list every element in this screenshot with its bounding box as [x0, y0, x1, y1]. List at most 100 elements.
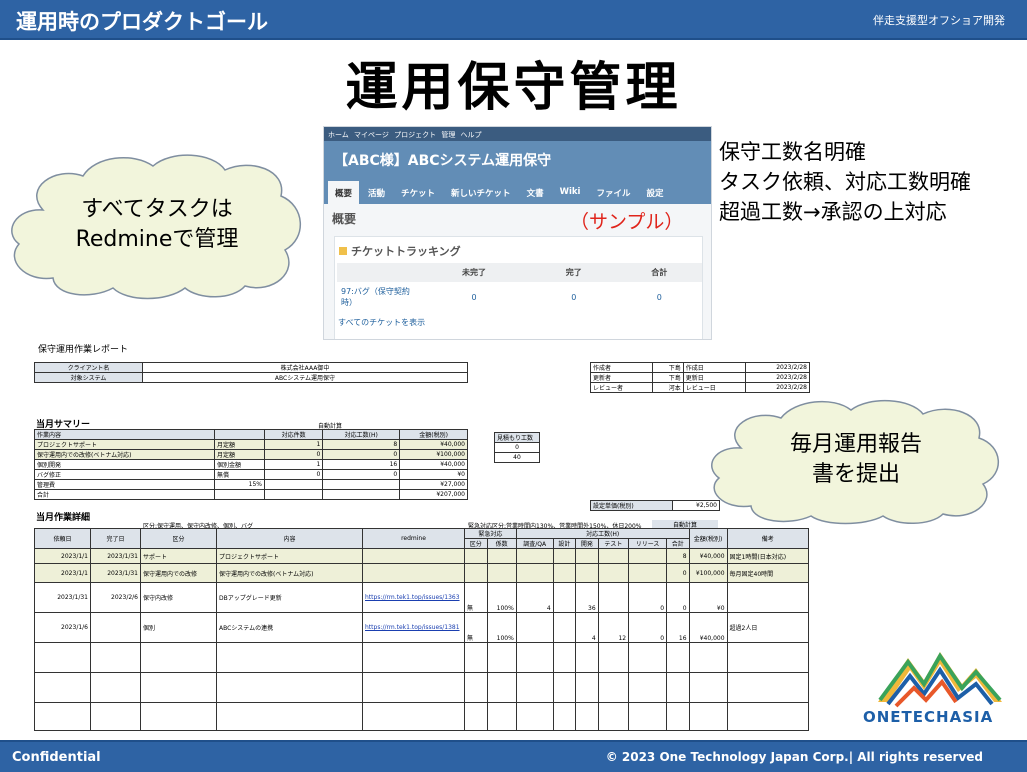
detail-cell	[464, 563, 488, 583]
summary-cell	[263, 489, 324, 500]
detail-cell: 0	[628, 612, 668, 643]
detail-header: 緊急対応	[464, 528, 517, 539]
rate-table: 設定単価(税別) ¥2,500	[589, 500, 720, 511]
detail-cell: 超過2人日	[726, 612, 810, 643]
key-point: 超過工数→承認の上対応	[719, 200, 947, 224]
detail-header: 内容	[216, 528, 363, 549]
client-value: 株式会社AAA御中	[142, 362, 468, 373]
open-count[interactable]: 0	[417, 282, 531, 312]
summary-cell: 無償	[214, 469, 265, 480]
summary-cell: 保守運用内での改修(ベトナム対応)	[34, 449, 215, 460]
tab-activity[interactable]: 活動	[361, 181, 392, 204]
redmine-screenshot: ホーム マイページ プロジェクト 管理 ヘルプ 【ABC様】ABCシステム運用保…	[323, 126, 712, 340]
summary-cell	[322, 479, 401, 490]
redmine-issue-link[interactable]: https://rm.tek1.top/issues/1381	[362, 612, 465, 643]
cloud-right: 毎月運用報告 書を提出	[703, 394, 1009, 526]
summary-cell: ¥207,000	[399, 489, 468, 500]
tab-documents[interactable]: 文書	[520, 181, 551, 204]
summary-cell: 16	[322, 459, 401, 470]
detail-cell	[597, 563, 630, 583]
detail-cell: 36	[575, 582, 599, 613]
summary-cell: 0	[322, 449, 401, 460]
detail-header: 対応工数(H)	[515, 528, 690, 539]
detail-cell: 2023/1/6	[34, 612, 91, 643]
total-count[interactable]: 0	[617, 282, 703, 312]
tab-wiki[interactable]: Wiki	[553, 181, 588, 204]
summary-header: 金額(税別)	[399, 429, 468, 440]
estimate-value: 40	[494, 452, 540, 463]
tab-new-issue[interactable]: 新しいチケット	[444, 181, 518, 204]
summary-cell: ¥27,000	[399, 479, 468, 490]
issue-tracking-title: チケットトラッキング	[335, 237, 702, 265]
detail-header: 区分	[140, 528, 217, 549]
meta-cell: 下島	[652, 362, 684, 373]
detail-cell: 保守内改修	[140, 582, 217, 613]
summary-cell	[322, 489, 401, 500]
summary-cell: 1	[263, 459, 324, 470]
summary-cell: 0	[263, 469, 324, 480]
report-title: 保守運用作業レポート	[38, 345, 129, 355]
summary-header: 対応件数	[263, 429, 324, 440]
summary-cell: ¥40,000	[399, 439, 468, 450]
meta-cell: 下島	[652, 372, 684, 383]
report-client-table: クライアント名 株式会社AAA御中 対象システム ABCシステム運用保守	[34, 362, 468, 383]
key-point: 保守工数名明確	[719, 140, 866, 164]
detail-header: redmine	[362, 528, 465, 549]
detail-cell	[597, 582, 630, 613]
summary-cell: 15%	[214, 479, 265, 490]
summary-header: 作業内容	[34, 429, 215, 440]
redmine-header: 【ABC様】ABCシステム運用保守 概要 活動 チケット 新しいチケット 文書 …	[324, 141, 711, 204]
detail-subheader: 設計	[552, 538, 577, 549]
detail-cell	[515, 548, 554, 564]
tracker-bug-link[interactable]: 97:バグ（保守契約時）	[337, 282, 417, 312]
detail-cell: 100%	[486, 612, 517, 643]
redmine-issue-link[interactable]: https://rm.tek1.top/issues/1363	[362, 582, 465, 613]
meta-cell: 2023/2/28	[745, 382, 810, 393]
copyright-text: © 2023 One Technology Japan Corp.| All r…	[605, 750, 983, 764]
col-total: 合計	[616, 263, 702, 282]
redmine-topnav[interactable]: ホーム マイページ プロジェクト 管理 ヘルプ	[324, 127, 711, 141]
redmine-tabs: 概要 活動 チケット 新しいチケット 文書 Wiki ファイル 設定	[328, 181, 670, 204]
detail-cell: 無	[464, 612, 488, 643]
detail-cell: DBアップグレード更新	[216, 582, 363, 613]
detail-subheader: 係数	[486, 538, 517, 549]
cloud-left-line2: Redmineで管理	[75, 227, 239, 252]
detail-cell: 12	[597, 612, 630, 643]
detail-cell: 無	[464, 582, 488, 613]
detail-cell	[552, 548, 577, 564]
detail-cell	[90, 612, 141, 643]
detail-cell	[575, 563, 599, 583]
detail-cell: 2023/1/1	[34, 548, 91, 564]
slide-header-tag: 伴走支援型オフショア開発	[873, 14, 1005, 27]
detail-cell	[464, 548, 488, 564]
detail-cell	[597, 548, 630, 564]
summary-cell: ¥0	[399, 469, 468, 480]
slide-title: 運用保守管理	[345, 57, 682, 118]
detail-cell	[362, 548, 465, 564]
closed-count[interactable]: 0	[531, 282, 617, 312]
detail-cell: サポート	[140, 548, 217, 564]
rate-label: 設定単価(税別)	[589, 500, 674, 511]
meta-cell: 河本	[652, 382, 684, 393]
detail-title: 当月作業詳細	[36, 513, 91, 523]
summary-cell: プロジェクトサポート	[34, 439, 215, 450]
view-all-issues-link[interactable]: すべてのチケットを表示	[338, 317, 425, 328]
summary-header	[214, 429, 265, 440]
meta-cell: 2023/2/28	[745, 362, 810, 373]
detail-cell	[552, 612, 577, 643]
detail-cell	[486, 548, 517, 564]
detail-table: 依頼日 完了日 区分 内容 redmine 緊急対応 対応工数(H) 金額(税別…	[34, 528, 810, 731]
tab-issues[interactable]: チケット	[394, 181, 442, 204]
tab-overview[interactable]: 概要	[328, 181, 360, 204]
detail-cell: 保守運用内での改修	[140, 563, 217, 583]
confidential-label: Confidential	[12, 750, 101, 765]
system-value: ABCシステム運用保守	[142, 372, 468, 383]
issue-tracking-table: 未完了 完了 合計 97:バグ（保守契約時） 0 0 0	[337, 263, 702, 312]
report-meta-table: 作成者 下島 作成日 2023/2/28 更新者 下島 更新日 2023/2/28 レビュー…	[589, 362, 810, 393]
summary-cell: 月定額	[214, 449, 265, 460]
meta-cell: 2023/2/28	[745, 372, 810, 383]
tab-files[interactable]: ファイル	[589, 181, 637, 204]
summary-cell: ¥100,000	[399, 449, 468, 460]
meta-cell: 更新日	[682, 372, 747, 383]
tab-settings[interactable]: 設定	[639, 181, 670, 204]
